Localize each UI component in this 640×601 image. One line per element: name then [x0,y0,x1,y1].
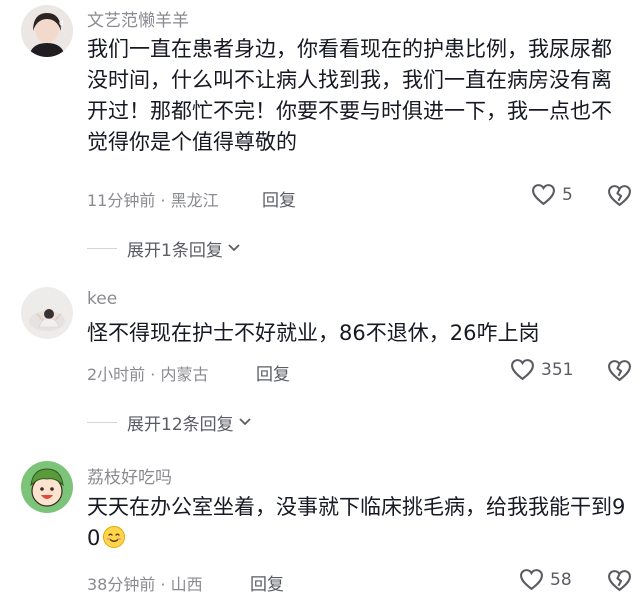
dislike-button[interactable] [607,359,632,386]
reply-button[interactable]: 回复 [256,360,290,385]
heart-outline-icon [532,184,555,206]
avatar-image [21,287,73,339]
like-count: 351 [541,359,574,380]
dislike-button[interactable] [607,569,632,596]
avatar-image [21,461,73,513]
expand-replies-label: 展开1条回复 [127,240,223,261]
like-count: 5 [562,184,573,205]
like-button[interactable]: 351 [510,358,573,381]
comment-time-location: 2小时前 · 内蒙古 [87,365,209,384]
username[interactable]: kee [87,289,117,309]
comment-text: 我们一直在患者身边，你看看现在的护患比例，我尿尿都没时间，什么叫不让病人找到我，… [87,37,612,154]
heart-outline-icon [511,359,534,381]
expand-replies-label: 展开12条回复 [127,414,234,435]
avatar[interactable] [21,461,73,513]
comment-text: 天天在办公室坐着，没事就下临床挑毛病，给我我能干到90 [87,492,632,558]
reply-button[interactable]: 回复 [250,570,284,595]
expand-divider [87,247,117,249]
heart-outline-icon [520,569,543,591]
reply-button[interactable]: 回复 [262,186,296,211]
avatar[interactable]: d [21,5,73,57]
broken-heart-icon [608,360,631,382]
comment-time-location: 11分钟前 · 黑龙江 [87,191,219,210]
expand-replies-button[interactable]: 展开12条回复 [87,410,252,435]
comment-text: 怪不得现在护士不好就业，86不退休，26咋上岗 [87,321,540,345]
expand-replies-button[interactable]: 展开1条回复 [87,236,241,261]
like-button[interactable]: 5 [531,183,573,206]
broken-heart-icon [608,185,631,207]
chevron-down-icon [228,244,240,252]
expand-divider [87,421,117,423]
comment-text-content: 天天在办公室坐着，没事就下临床挑毛病，给我我能干到90 [87,495,626,550]
dislike-button[interactable] [607,184,632,211]
smiling-face-emoji [102,525,126,558]
like-button[interactable]: 58 [519,568,572,591]
broken-heart-icon [608,570,631,592]
svg-text:d: d [59,19,63,27]
avatar-image: d [21,5,73,57]
username[interactable]: 荔枝好吃吗 [87,463,172,488]
username[interactable]: 文艺范懒羊羊 [87,6,189,31]
avatar[interactable] [21,287,73,339]
like-count: 58 [550,569,572,590]
chevron-down-icon [239,418,251,426]
comment-time-location: 38分钟前 · 山西 [87,575,203,594]
